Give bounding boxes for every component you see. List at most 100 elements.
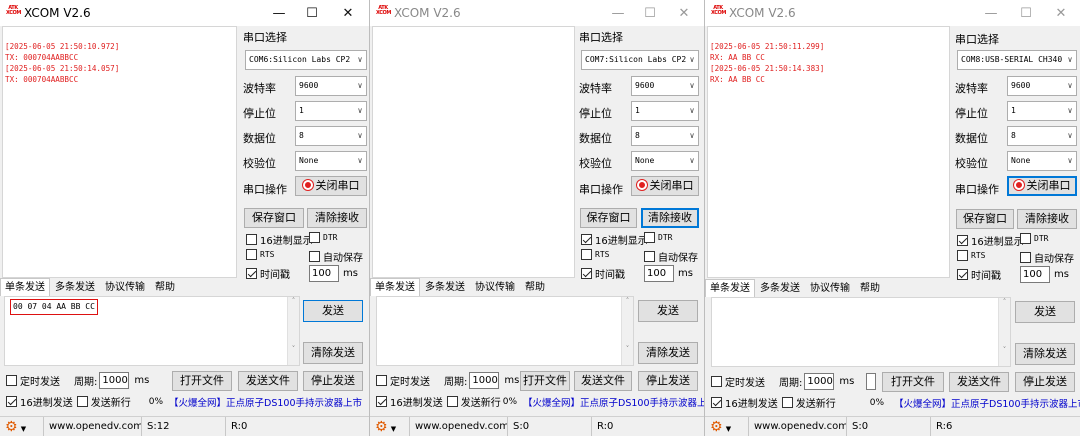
hex-send-checkbox[interactable] xyxy=(376,396,387,407)
stop-bits-select[interactable]: 1 ∨ xyxy=(295,101,367,121)
port-select[interactable]: COM8:USB-SERIAL CH340 ∨ xyxy=(957,50,1077,70)
send-file-button[interactable]: 发送文件 xyxy=(949,372,1009,392)
timestamp-interval[interactable]: 100 ms xyxy=(1020,266,1069,283)
gear-icon[interactable]: ⚙ xyxy=(5,419,18,435)
timestamp-checkbox[interactable]: 时间戳 xyxy=(957,267,1001,282)
tab-multi-send[interactable]: 多条发送 xyxy=(755,279,805,297)
period-input[interactable]: 1000 xyxy=(469,372,500,389)
maximize-icon[interactable]: ☐ xyxy=(1010,0,1042,26)
period-spinner[interactable] xyxy=(866,373,877,390)
timestamp-input[interactable]: 100 xyxy=(309,265,339,282)
clear-send-button[interactable]: 清除发送 xyxy=(638,342,698,364)
timestamp-input[interactable]: 100 xyxy=(1020,266,1050,283)
tab-protocol[interactable]: 协议传输 xyxy=(100,278,150,296)
maximize-icon[interactable]: ☐ xyxy=(634,0,666,26)
close-port-button[interactable]: 关闭串口 xyxy=(1007,176,1077,196)
ad-link[interactable]: 【火爆全网】正点原子DS100手持示波器上市 xyxy=(523,395,704,409)
settings-cell[interactable]: ⚙ ▼ xyxy=(0,416,44,436)
receive-area[interactable]: [2025-06-05 21:50:11.299] RX: AA BB CC [… xyxy=(707,26,950,278)
save-window-button[interactable]: 保存窗口 xyxy=(244,208,304,228)
port-select[interactable]: COM6:Silicon Labs CP2 ∨ xyxy=(245,50,367,70)
timestamp-interval[interactable]: 100 ms xyxy=(309,265,358,282)
settings-cell[interactable]: ⚙ ▼ xyxy=(705,416,749,436)
send-file-button[interactable]: 发送文件 xyxy=(238,371,298,391)
send-button[interactable]: 发送 xyxy=(638,300,698,322)
send-newline-checkbox[interactable] xyxy=(446,396,458,407)
close-port-button[interactable]: 关闭串口 xyxy=(295,176,367,196)
tab-multi-send[interactable]: 多条发送 xyxy=(420,278,470,296)
close-icon[interactable]: ✕ xyxy=(1045,0,1077,26)
ad-link[interactable]: 【火爆全网】正点原子DS100手持示波器上市 xyxy=(894,396,1080,410)
ad-link[interactable]: 【火爆全网】正点原子DS100手持示波器上市 xyxy=(169,395,362,409)
baud-select[interactable]: 9600 ∨ xyxy=(1007,76,1077,96)
stop-send-button[interactable]: 停止发送 xyxy=(638,371,698,391)
website-link[interactable]: www.openedv.com xyxy=(749,416,847,436)
minimize-icon[interactable]: — xyxy=(602,0,634,26)
save-window-button[interactable]: 保存窗口 xyxy=(956,209,1014,229)
timed-send-checkbox[interactable] xyxy=(6,375,17,386)
baud-select[interactable]: 9600 ∨ xyxy=(631,76,699,96)
title-bar[interactable]: ATK XCOM XCOM V2.6 — ☐ ✕ xyxy=(0,0,369,26)
timed-send-checkbox[interactable] xyxy=(376,375,387,386)
open-file-button[interactable]: 打开文件 xyxy=(882,372,944,392)
title-bar[interactable]: ATK XCOM XCOM V2.6 — ☐ ✕ xyxy=(370,0,704,26)
close-icon[interactable]: ✕ xyxy=(332,0,364,26)
timestamp-checkbox[interactable]: 时间戳 xyxy=(246,266,290,281)
tab-protocol[interactable]: 协议传输 xyxy=(805,279,855,297)
port-select[interactable]: COM7:Silicon Labs CP2 ∨ xyxy=(581,50,699,70)
tab-single-send[interactable]: 单条发送 xyxy=(705,279,755,297)
receive-area[interactable]: [2025-06-05 21:50:10.972] TX: 000704AABB… xyxy=(2,26,237,278)
auto-save-checkbox[interactable]: 自动保存 xyxy=(1020,250,1074,265)
scrollbar[interactable]: ˄ ˅ xyxy=(287,297,299,365)
hex-send-checkbox[interactable] xyxy=(711,397,722,408)
send-newline-checkbox[interactable] xyxy=(781,397,793,408)
data-bits-select[interactable]: 8 ∨ xyxy=(295,126,367,146)
website-link[interactable]: www.openedv.com xyxy=(44,416,142,436)
clear-send-button[interactable]: 清除发送 xyxy=(303,342,363,364)
title-bar[interactable]: ATK XCOM XCOM V2.6 — ☐ ✕ xyxy=(705,0,1080,26)
parity-select[interactable]: None ∨ xyxy=(295,151,367,171)
minimize-icon[interactable]: — xyxy=(975,0,1007,26)
tab-help[interactable]: 帮助 xyxy=(520,278,550,296)
dtr-checkbox[interactable]: DTR xyxy=(309,232,337,243)
hex-send-checkbox[interactable] xyxy=(6,396,17,407)
period-input[interactable]: 1000 xyxy=(804,373,835,390)
save-window-button[interactable]: 保存窗口 xyxy=(580,208,637,228)
minimize-icon[interactable]: — xyxy=(263,0,295,26)
open-file-button[interactable]: 打开文件 xyxy=(520,371,570,391)
settings-cell[interactable]: ⚙ ▼ xyxy=(370,416,410,436)
tab-multi-send[interactable]: 多条发送 xyxy=(50,278,100,296)
scrollbar[interactable]: ˄ ˅ xyxy=(621,297,633,365)
stop-bits-select[interactable]: 1 ∨ xyxy=(1007,101,1077,121)
send-button[interactable]: 发送 xyxy=(303,300,363,322)
dtr-checkbox[interactable]: DTR xyxy=(1020,233,1048,244)
clear-recv-button[interactable]: 清除接收 xyxy=(307,208,367,228)
close-port-button[interactable]: 关闭串口 xyxy=(631,176,699,196)
auto-save-checkbox[interactable]: 自动保存 xyxy=(644,249,698,264)
maximize-icon[interactable]: ☐ xyxy=(296,0,328,26)
scrollbar[interactable]: ˄ ˅ xyxy=(998,298,1010,366)
gear-icon[interactable]: ⚙ xyxy=(710,419,723,435)
stop-send-button[interactable]: 停止发送 xyxy=(1015,372,1075,392)
timestamp-input[interactable]: 100 xyxy=(644,265,674,282)
parity-select[interactable]: None ∨ xyxy=(1007,151,1077,171)
send-input[interactable]: ˄ ˅ xyxy=(711,297,1011,367)
hex-display-checkbox[interactable]: 16进制显示 xyxy=(957,233,1024,248)
tab-help[interactable]: 帮助 xyxy=(150,278,180,296)
baud-select[interactable]: 9600 ∨ xyxy=(295,76,367,96)
data-bits-select[interactable]: 8 ∨ xyxy=(631,126,699,146)
data-bits-select[interactable]: 8 ∨ xyxy=(1007,126,1077,146)
send-input[interactable]: ˄ ˅ xyxy=(376,296,634,366)
rts-checkbox[interactable]: RTS xyxy=(246,249,274,260)
open-file-button[interactable]: 打开文件 xyxy=(172,371,232,391)
send-file-button[interactable]: 发送文件 xyxy=(574,371,632,391)
rts-checkbox[interactable]: RTS xyxy=(581,249,609,260)
period-input[interactable]: 1000 xyxy=(99,372,130,389)
clear-recv-button[interactable]: 清除接收 xyxy=(1017,209,1077,229)
clear-send-button[interactable]: 清除发送 xyxy=(1015,343,1075,365)
send-newline-checkbox[interactable] xyxy=(76,396,88,407)
timed-send-checkbox[interactable] xyxy=(711,376,722,387)
close-icon[interactable]: ✕ xyxy=(668,0,700,26)
parity-select[interactable]: None ∨ xyxy=(631,151,699,171)
clear-recv-button[interactable]: 清除接收 xyxy=(641,208,699,228)
